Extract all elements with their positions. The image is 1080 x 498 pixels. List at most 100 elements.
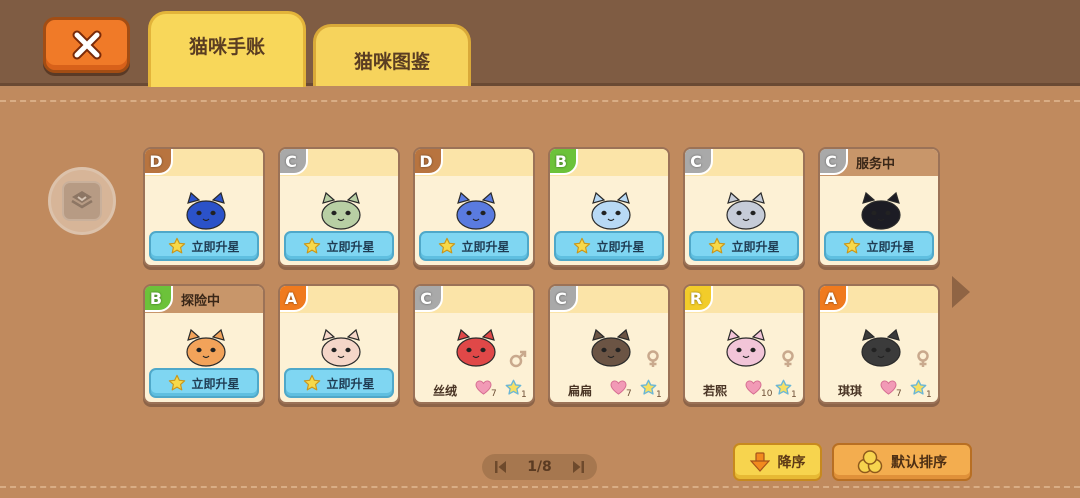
upgrade-star-label: 立即升星 <box>191 376 240 391</box>
star-level: 1 <box>505 379 527 400</box>
cat-avatar-icon <box>186 328 226 367</box>
cat-card[interactable]: C 立即升星 <box>278 147 400 267</box>
coins-icon <box>857 450 883 474</box>
cat-card[interactable]: D 立即升星 <box>143 147 265 267</box>
tab-cat-codex-label: 猫咪图鉴 <box>353 51 430 73</box>
last-page-icon[interactable] <box>571 460 585 474</box>
heart-icon <box>475 380 492 399</box>
rarity-badge: D <box>415 149 443 175</box>
first-page-icon[interactable] <box>494 460 508 474</box>
side-toggle-button[interactable] <box>48 167 116 235</box>
close-x-icon <box>72 30 101 60</box>
next-page-arrow[interactable] <box>950 274 972 310</box>
cat-avatar-icon <box>726 191 766 230</box>
tab-cat-journal-label: 猫咪手账 <box>188 36 265 58</box>
cat-avatar-icon <box>186 191 226 230</box>
star-count: 1 <box>926 390 932 400</box>
star-icon <box>775 379 792 400</box>
affection-count: 7 <box>610 380 632 399</box>
cat-avatar-icon <box>591 328 631 367</box>
star-icon <box>910 379 927 400</box>
cat-avatar-icon <box>726 328 766 367</box>
female-icon <box>644 350 662 368</box>
star-icon <box>303 237 321 255</box>
upgrade-star-label: 立即升星 <box>191 239 240 254</box>
star-count: 1 <box>521 390 527 400</box>
upgrade-star-button[interactable]: 立即升星 <box>689 231 799 261</box>
pager: 1/8 <box>482 454 597 480</box>
cat-name: 若熙 <box>703 384 728 398</box>
cat-card[interactable]: A 琪琪 7 1 <box>818 284 940 404</box>
default-sort-label: 默认排序 <box>891 455 947 471</box>
rarity-badge: C <box>685 149 713 175</box>
rarity-badge: C <box>415 286 443 312</box>
heart-icon <box>880 380 897 399</box>
cat-card[interactable]: C 立即升星 <box>683 147 805 267</box>
upgrade-star-label: 立即升星 <box>866 239 915 254</box>
tab-cat-journal[interactable]: 猫咪手账 <box>148 11 306 87</box>
upgrade-star-button[interactable]: 立即升星 <box>149 231 259 261</box>
upgrade-star-button[interactable]: 立即升星 <box>554 231 664 261</box>
female-icon <box>779 350 797 368</box>
cat-name: 丝绒 <box>433 384 458 398</box>
rarity-badge: B <box>145 286 173 312</box>
cat-card[interactable]: B 探险中 立即升星 <box>143 284 265 404</box>
upgrade-star-label: 立即升星 <box>461 239 510 254</box>
tab-cat-codex[interactable]: 猫咪图鉴 <box>313 24 471 86</box>
cat-card[interactable]: D 立即升星 <box>413 147 535 267</box>
upgrade-star-button[interactable]: 立即升星 <box>284 368 394 398</box>
cat-card[interactable]: B 立即升星 <box>548 147 670 267</box>
stitch-divider <box>0 100 1080 102</box>
status-label: 服务中 <box>856 157 896 172</box>
cat-avatar-icon <box>456 328 496 367</box>
affection-count: 10 <box>745 380 772 399</box>
star-level: 1 <box>640 379 662 400</box>
star-level: 1 <box>775 379 797 400</box>
rarity-badge: A <box>820 286 848 312</box>
rarity-badge: C <box>550 286 578 312</box>
star-count: 1 <box>656 390 662 400</box>
rarity-badge: B <box>550 149 578 175</box>
cat-card[interactable]: C 服务中立即升星 <box>818 147 940 267</box>
heart-count: 7 <box>626 389 632 399</box>
rarity-badge: R <box>685 286 713 312</box>
male-icon <box>509 350 527 368</box>
star-icon <box>505 379 522 400</box>
rarity-badge: C <box>820 149 848 175</box>
star-icon <box>573 237 591 255</box>
sort-descending-button[interactable]: 降序 <box>733 443 822 481</box>
cat-avatar-icon <box>456 191 496 230</box>
cat-card[interactable]: R 若熙 10 1 <box>683 284 805 404</box>
heart-icon <box>745 380 762 399</box>
upgrade-star-label: 立即升星 <box>731 239 780 254</box>
star-icon <box>708 237 726 255</box>
upgrade-star-button[interactable]: 立即升星 <box>149 368 259 398</box>
heart-count: 7 <box>491 389 497 399</box>
cat-avatar-icon <box>321 328 361 367</box>
cat-avatar-icon <box>591 191 631 230</box>
rarity-badge: C <box>280 149 308 175</box>
upgrade-star-button[interactable]: 立即升星 <box>284 231 394 261</box>
close-button[interactable] <box>43 17 130 73</box>
heart-count: 10 <box>761 389 773 399</box>
upgrade-star-label: 立即升星 <box>326 239 375 254</box>
star-icon <box>843 237 861 255</box>
cat-card[interactable]: C 扁扁 7 1 <box>548 284 670 404</box>
cat-avatar-icon <box>321 191 361 230</box>
upgrade-star-button[interactable]: 立即升星 <box>824 231 934 261</box>
default-sort-button[interactable]: 默认排序 <box>832 443 972 481</box>
star-icon <box>303 374 321 392</box>
upgrade-star-button[interactable]: 立即升星 <box>419 231 529 261</box>
cat-card[interactable]: A 立即升星 <box>278 284 400 404</box>
rarity-badge: A <box>280 286 308 312</box>
arrow-down-icon <box>749 452 770 472</box>
star-icon <box>168 237 186 255</box>
upgrade-star-label: 立即升星 <box>596 239 645 254</box>
female-icon <box>914 350 932 368</box>
star-count: 1 <box>791 390 797 400</box>
heart-icon <box>610 380 627 399</box>
upgrade-star-label: 立即升星 <box>326 376 375 391</box>
layers-icon <box>71 191 93 209</box>
cat-card[interactable]: C 丝绒 7 1 <box>413 284 535 404</box>
cat-name: 琪琪 <box>838 384 863 398</box>
